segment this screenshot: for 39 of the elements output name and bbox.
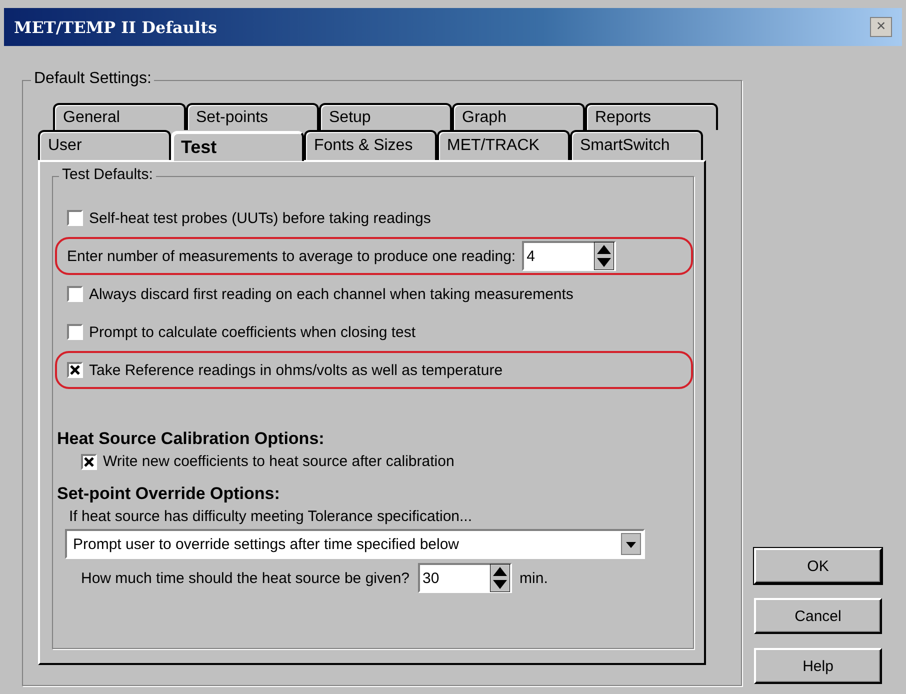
x-mark-icon — [70, 365, 80, 375]
tab[interactable]: SmartSwitch — [570, 130, 703, 160]
spinner-arrows-icon[interactable] — [490, 564, 510, 592]
spinner-arrows-icon[interactable] — [594, 242, 614, 270]
tab[interactable]: Setup — [319, 103, 452, 130]
option-label: Self-heat test probes (UUTs) before taking readings — [89, 210, 431, 226]
time-label: How much time should the heat source be given? — [81, 570, 410, 586]
x-mark-icon — [84, 456, 94, 466]
option-label: Enter number of measurements to average to produce one reading: — [67, 248, 516, 264]
tab[interactable]: Set-points — [186, 103, 319, 130]
option-label: Write new coefficients to heat source after calibration — [103, 453, 454, 470]
dialog-button[interactable]: OK — [754, 548, 882, 584]
section-heading: Heat Source Calibration Options: — [57, 429, 326, 449]
close-button[interactable]: × — [870, 17, 892, 37]
dialog-button[interactable]: Cancel — [754, 598, 882, 634]
option-label: Prompt to calculate coefficients when closing test — [89, 324, 416, 340]
dropdown[interactable]: Prompt user to override settings after time specified below — [65, 529, 645, 559]
number-spinner[interactable]: 4 — [522, 241, 616, 271]
number-spinner[interactable]: 30 — [418, 563, 512, 593]
tab[interactable]: Fonts & Sizes — [304, 130, 437, 160]
tab[interactable]: Reports — [585, 103, 718, 130]
tab[interactable]: General — [53, 103, 186, 130]
tab[interactable]: MET/TRACK — [437, 130, 570, 160]
checkbox[interactable] — [67, 362, 83, 378]
option-label: Take Reference readings in ohms/volts as well as temperature — [89, 362, 503, 378]
tab[interactable]: Graph — [452, 103, 585, 130]
tab[interactable]: User — [38, 130, 171, 160]
option-label: Always discard first reading on each channel when taking measurements — [89, 286, 574, 302]
section-heading: Set-point Override Options: — [57, 484, 281, 504]
checkbox[interactable] — [67, 286, 83, 302]
group-title: Default Settings: — [31, 70, 154, 88]
tab[interactable]: Test — [171, 131, 304, 161]
unit-label: min. — [520, 570, 548, 586]
dialog-button[interactable]: Help — [754, 648, 882, 684]
prompt-text: If heat source has difficulty meeting Tolerance specification... — [69, 508, 474, 525]
window-title: MET/TEMP II Defaults — [14, 18, 218, 36]
checkbox[interactable] — [81, 454, 97, 470]
checkbox[interactable] — [67, 210, 83, 226]
checkbox[interactable] — [67, 324, 83, 340]
